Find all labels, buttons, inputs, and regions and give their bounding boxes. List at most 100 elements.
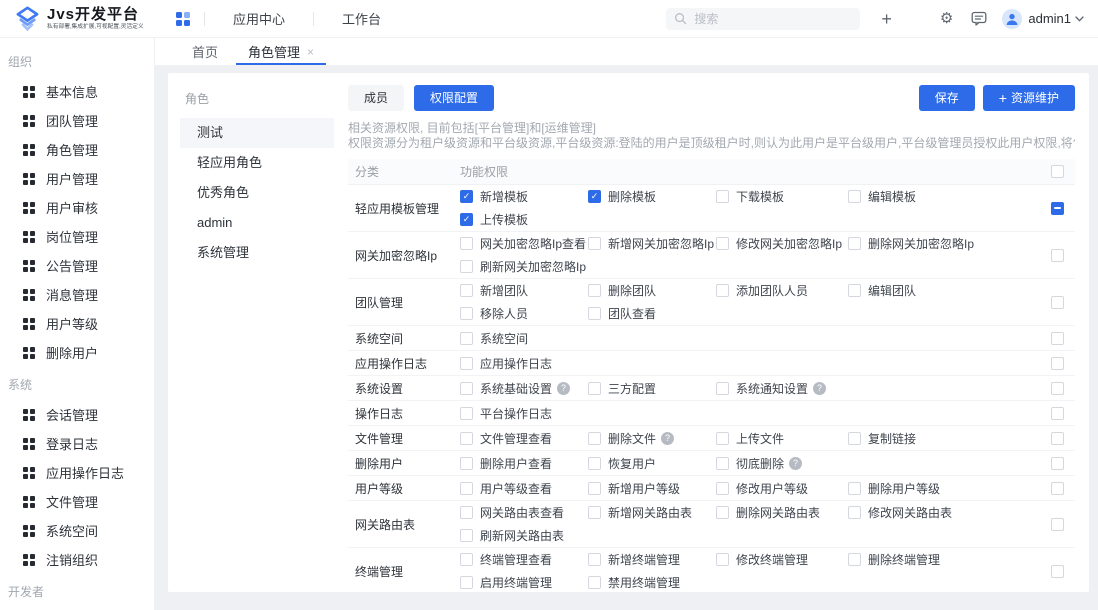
permission-checkbox[interactable] <box>716 284 729 297</box>
sidebar-item[interactable]: 基本信息 <box>0 77 154 106</box>
permission-checkbox[interactable]: ✓ <box>460 213 473 226</box>
permission-checkbox[interactable] <box>588 553 601 566</box>
message-icon[interactable] <box>971 11 987 26</box>
permission-checkbox[interactable] <box>588 576 601 589</box>
permission-checkbox[interactable] <box>460 506 473 519</box>
permission-checkbox[interactable] <box>716 506 729 519</box>
row-select-checkbox[interactable] <box>1051 407 1064 420</box>
permission-checkbox[interactable] <box>848 553 861 566</box>
role-list-item[interactable]: 测试 <box>180 118 334 148</box>
permission-checkbox[interactable] <box>716 237 729 250</box>
permission-checkbox[interactable] <box>716 553 729 566</box>
save-button[interactable]: 保存 <box>919 85 975 111</box>
permission-checkbox[interactable]: ✓ <box>460 190 473 203</box>
permission-checkbox[interactable] <box>460 284 473 297</box>
sidebar-item[interactable]: 系统空间 <box>0 516 154 545</box>
permission-checkbox[interactable] <box>716 432 729 445</box>
permission-checkbox[interactable] <box>588 382 601 395</box>
sidebar-item[interactable]: 文件管理 <box>0 487 154 516</box>
app-grid-icon[interactable] <box>910 13 922 25</box>
members-button[interactable]: 成员 <box>348 85 404 111</box>
permission-checkbox[interactable] <box>716 457 729 470</box>
sidebar-item[interactable]: 删除用户 <box>0 338 154 367</box>
permission-checkbox[interactable] <box>460 332 473 345</box>
user-menu[interactable]: admin1 <box>1002 9 1084 29</box>
permission-checkbox[interactable] <box>588 284 601 297</box>
add-icon[interactable]: + <box>881 10 892 28</box>
permission-checkbox[interactable] <box>588 506 601 519</box>
row-select-checkbox[interactable] <box>1051 518 1064 531</box>
tab[interactable]: 角色管理× <box>233 38 329 65</box>
permission-checkbox[interactable] <box>588 307 601 320</box>
help-icon[interactable]: ? <box>661 432 674 445</box>
select-all-checkbox[interactable] <box>1051 165 1064 178</box>
nav-item[interactable]: 应用中心 <box>209 9 309 28</box>
permission-checkbox[interactable] <box>588 457 601 470</box>
permission-checkbox[interactable] <box>460 307 473 320</box>
permission-checkbox[interactable]: ✓ <box>588 190 601 203</box>
username[interactable]: admin1 <box>1028 11 1071 26</box>
role-list-item[interactable]: 轻应用角色 <box>180 148 334 178</box>
nav-item[interactable]: 工作台 <box>318 9 405 28</box>
permission-checkbox[interactable] <box>460 529 473 542</box>
sidebar-item[interactable]: 注销组织 <box>0 545 154 574</box>
sidebar-item[interactable]: 应用操作日志 <box>0 458 154 487</box>
row-select-checkbox[interactable] <box>1051 249 1064 262</box>
sidebar-item[interactable]: 消息管理 <box>0 280 154 309</box>
search-input[interactable] <box>692 11 852 27</box>
sidebar-item[interactable]: 角色管理 <box>0 135 154 164</box>
permission-checkbox[interactable] <box>460 432 473 445</box>
permission-checkbox[interactable] <box>848 190 861 203</box>
help-icon[interactable]: ? <box>557 382 570 395</box>
help-icon[interactable]: ? <box>789 457 802 470</box>
sidebar-item[interactable]: 公告管理 <box>0 251 154 280</box>
permission-checkbox[interactable] <box>848 506 861 519</box>
sidebar-item[interactable]: 用户审核 <box>0 193 154 222</box>
row-select-checkbox[interactable] <box>1051 457 1064 470</box>
search-box[interactable] <box>666 8 860 30</box>
sidebar-item[interactable]: 用户管理 <box>0 164 154 193</box>
permission-config-button[interactable]: 权限配置 <box>414 85 494 111</box>
permission-checkbox[interactable] <box>460 260 473 273</box>
row-select-checkbox[interactable] <box>1051 296 1064 309</box>
row-select-checkbox[interactable] <box>1051 482 1064 495</box>
sidebar-item[interactable]: 用户等级 <box>0 309 154 338</box>
permission-checkbox[interactable] <box>848 284 861 297</box>
sidebar-item[interactable]: 岗位管理 <box>0 222 154 251</box>
sidebar-item[interactable]: 会话管理 <box>0 400 154 429</box>
row-select-checkbox[interactable] <box>1051 432 1064 445</box>
sidebar-item[interactable]: 团队管理 <box>0 106 154 135</box>
role-list-item[interactable]: admin <box>180 208 334 238</box>
permission-checkbox[interactable] <box>460 457 473 470</box>
permission-checkbox[interactable] <box>716 382 729 395</box>
tab-close-icon[interactable]: × <box>307 46 314 58</box>
permission-checkbox[interactable] <box>460 576 473 589</box>
apps-menu-icon[interactable] <box>176 12 190 26</box>
permission-checkbox[interactable] <box>588 237 601 250</box>
permission-checkbox[interactable] <box>848 432 861 445</box>
help-icon[interactable]: ? <box>813 382 826 395</box>
settings-gear-icon[interactable]: ⚙ <box>940 11 953 26</box>
permission-checkbox[interactable] <box>848 237 861 250</box>
sidebar-item[interactable]: 登录日志 <box>0 429 154 458</box>
permission-checkbox[interactable] <box>716 190 729 203</box>
permission-checkbox[interactable] <box>460 237 473 250</box>
permission-checkbox[interactable] <box>460 407 473 420</box>
permission-checkbox[interactable] <box>460 553 473 566</box>
permission-checkbox[interactable] <box>588 482 601 495</box>
permission-checkbox[interactable] <box>716 482 729 495</box>
role-list-item[interactable]: 系统管理 <box>180 238 334 268</box>
row-select-checkbox[interactable] <box>1051 565 1064 578</box>
row-select-checkbox[interactable] <box>1051 332 1064 345</box>
row-select-checkbox[interactable] <box>1051 357 1064 370</box>
row-select-checkbox[interactable] <box>1051 202 1064 215</box>
resource-maintain-button[interactable]: + 资源维护 <box>983 85 1075 111</box>
tab[interactable]: 首页 <box>177 38 233 65</box>
permission-checkbox[interactable] <box>848 482 861 495</box>
permission-checkbox[interactable] <box>460 382 473 395</box>
permission-checkbox[interactable] <box>460 482 473 495</box>
role-list-item[interactable]: 优秀角色 <box>180 178 334 208</box>
permission-checkbox[interactable] <box>588 432 601 445</box>
row-select-checkbox[interactable] <box>1051 382 1064 395</box>
permission-checkbox[interactable] <box>460 357 473 370</box>
